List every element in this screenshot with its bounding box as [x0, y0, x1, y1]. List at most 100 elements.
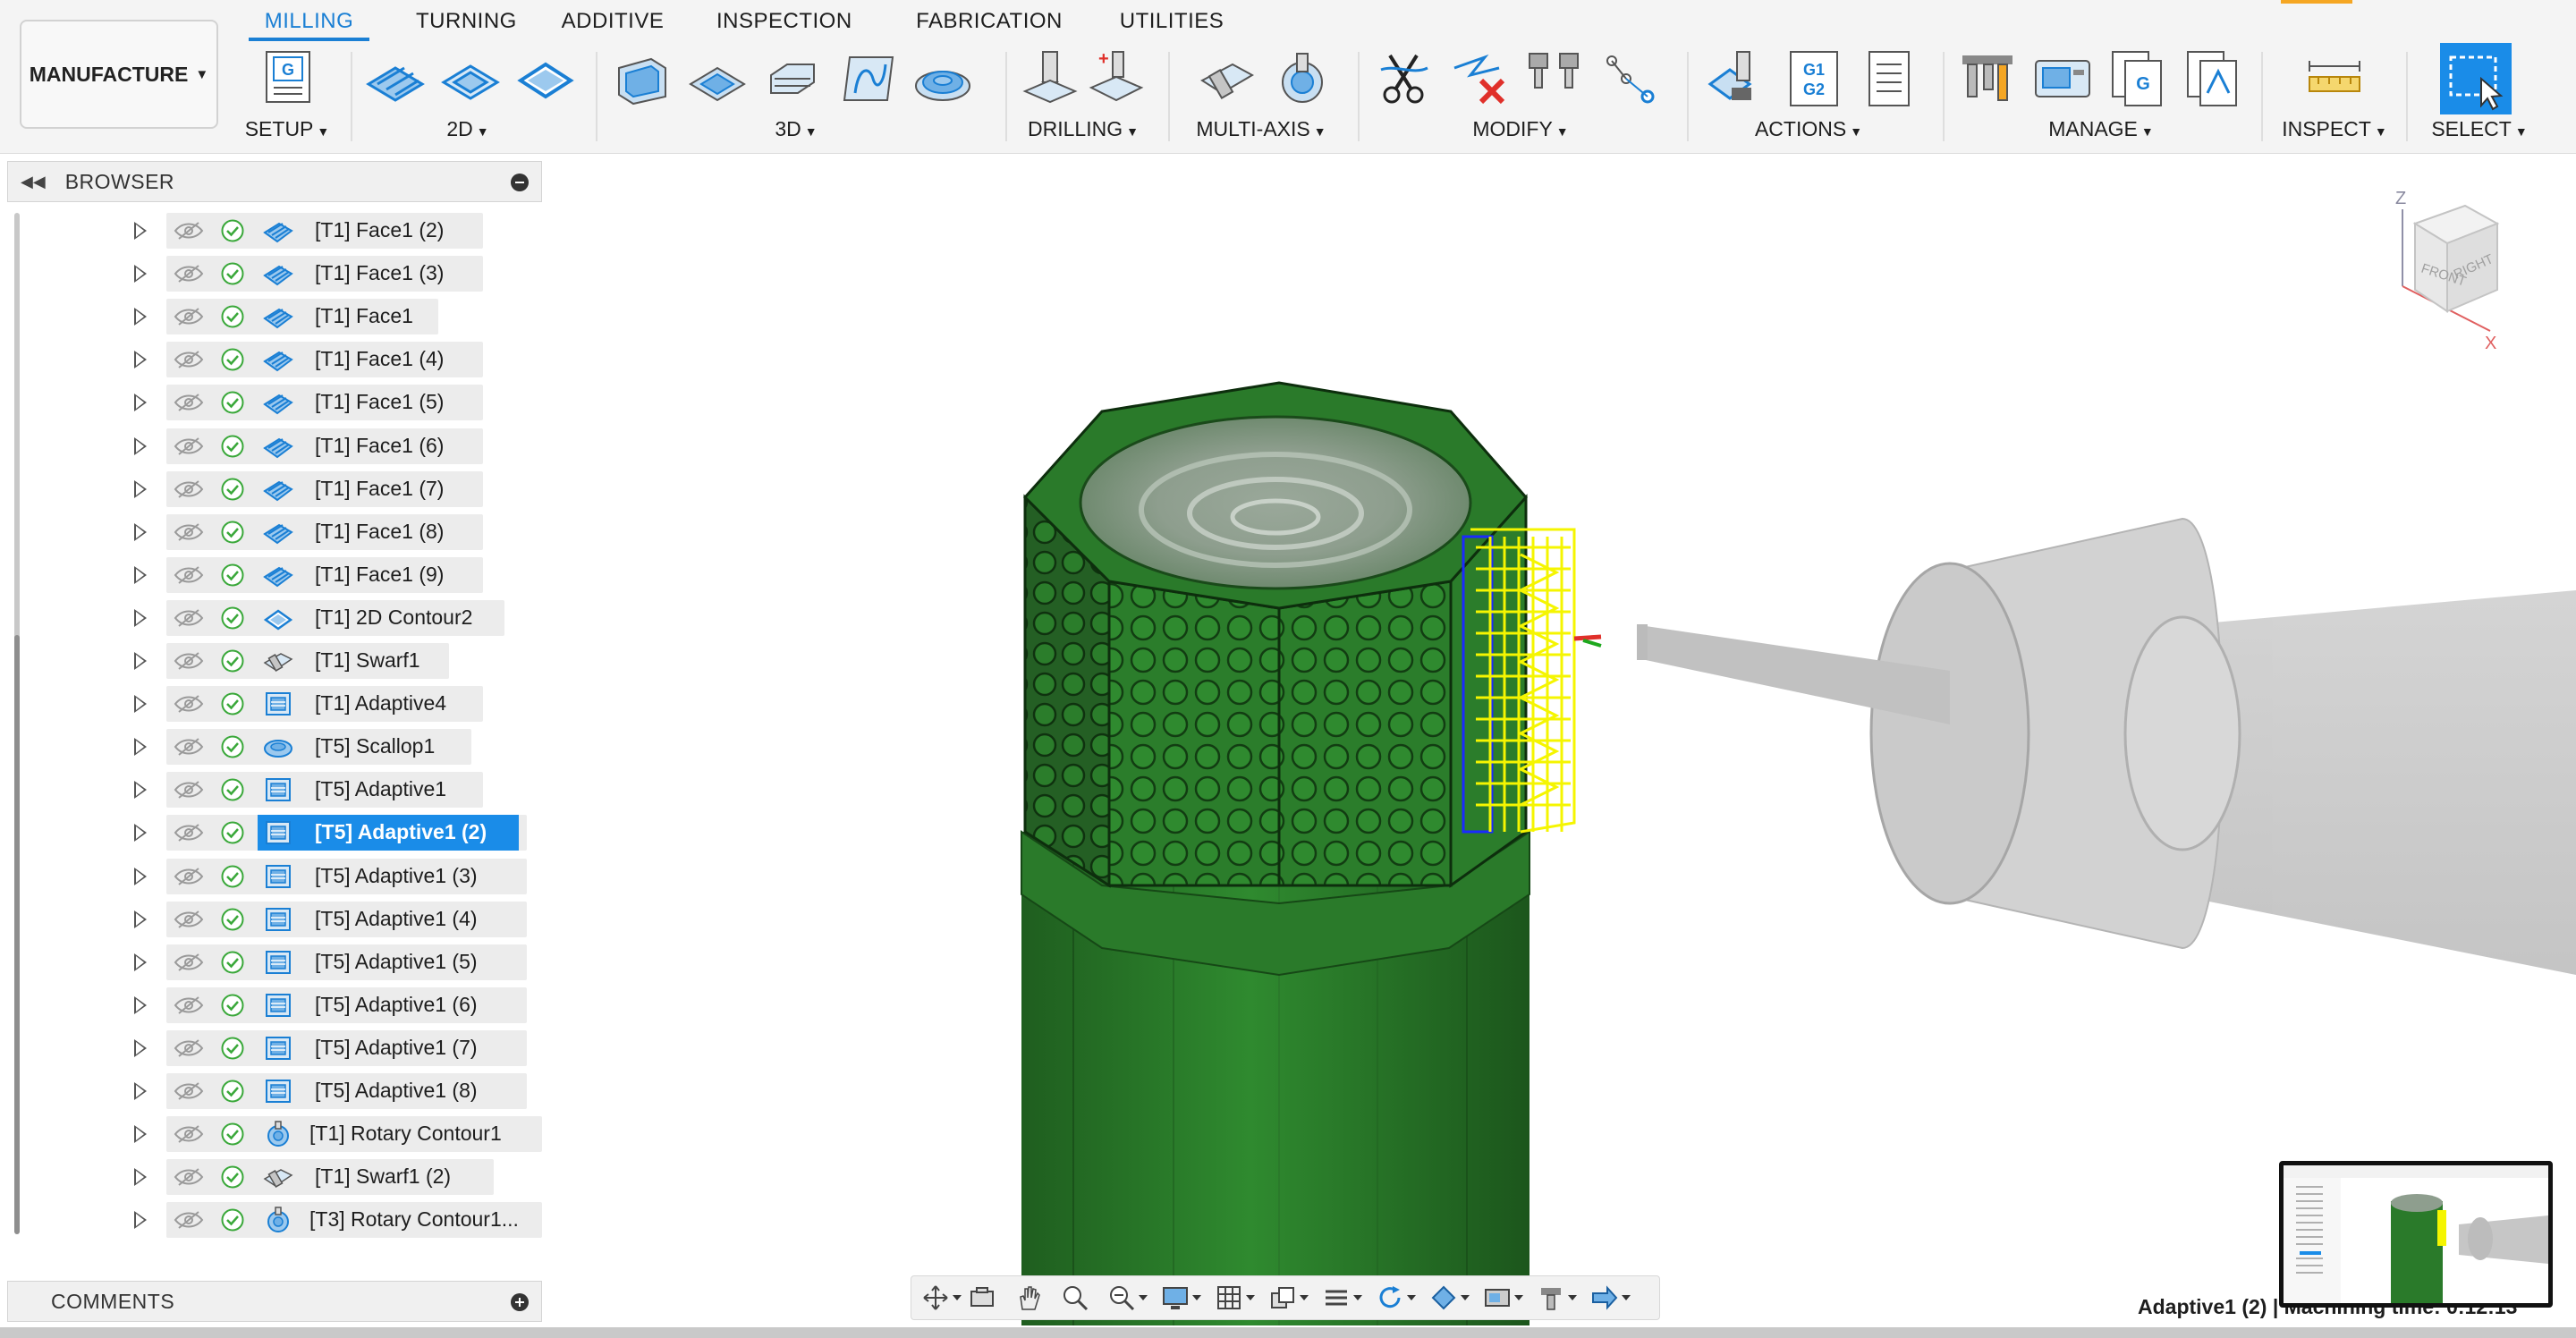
expand-arrow-icon[interactable]: [134, 995, 147, 1014]
browser-tree-item[interactable]: [T1] Face1 (9): [0, 555, 555, 595]
tab-milling[interactable]: MILLING: [249, 0, 369, 41]
scissors-icon[interactable]: [1374, 48, 1435, 109]
browser-tree-item[interactable]: [T1] Face1 (3): [0, 254, 555, 293]
3d-steep-shallow-icon[interactable]: [762, 48, 823, 109]
expand-arrow-icon[interactable]: [134, 394, 147, 412]
setup-group[interactable]: G SETUP ▼: [238, 41, 336, 148]
stock-display-icon[interactable]: [1430, 1284, 1470, 1311]
expand-arrow-icon[interactable]: [134, 351, 147, 369]
browser-tree-item[interactable]: [T5] Adaptive1 (7): [0, 1029, 555, 1068]
expand-arrow-icon[interactable]: [134, 824, 147, 843]
link-points-icon[interactable]: [1599, 48, 1660, 109]
3d-adaptive-icon[interactable]: [612, 48, 673, 109]
visibility-eye-icon[interactable]: [174, 1037, 204, 1059]
visibility-eye-icon[interactable]: [174, 263, 204, 284]
browser-tree-item[interactable]: [T1] Adaptive4: [0, 684, 555, 724]
machine-library-icon[interactable]: [2032, 48, 2093, 109]
visibility-eye-icon[interactable]: [174, 306, 204, 327]
workspace-switcher-button[interactable]: MANUFACTURE ▼: [20, 20, 218, 129]
manage-group-label[interactable]: MANAGE ▼: [1953, 117, 2249, 141]
expand-arrow-icon[interactable]: [134, 652, 147, 670]
browser-tree-item[interactable]: [T1] Face1 (7): [0, 470, 555, 509]
browser-tree-item[interactable]: [T1] Face1 (4): [0, 340, 555, 379]
visibility-eye-icon[interactable]: [174, 521, 204, 543]
modify-group-label[interactable]: MODIFY ▼: [1368, 117, 1673, 141]
browser-tree-item[interactable]: [T1] 2D Contour2: [0, 598, 555, 638]
window-thumbnail-preview[interactable]: [2279, 1161, 2553, 1308]
expand-arrow-icon[interactable]: [134, 308, 147, 326]
post-process-icon[interactable]: G1 G2: [1784, 48, 1844, 109]
setup-sheet-icon[interactable]: [1859, 48, 1919, 109]
visibility-eye-icon[interactable]: [174, 866, 204, 887]
expand-arrow-icon[interactable]: [134, 910, 147, 928]
drilling-group-label[interactable]: DRILLING ▼: [1016, 117, 1150, 141]
multi-axis-group-label[interactable]: MULTI-AXIS ▼: [1181, 117, 1342, 141]
minimize-panel-icon[interactable]: [511, 174, 529, 191]
expand-arrow-icon[interactable]: [134, 1125, 147, 1144]
visibility-eye-icon[interactable]: [174, 1209, 204, 1231]
2d-contour-icon[interactable]: [515, 48, 576, 109]
3d-pocket-icon[interactable]: [687, 48, 748, 109]
hole-recognition-icon[interactable]: +: [1086, 48, 1147, 109]
comments-panel-header[interactable]: COMMENTS: [7, 1281, 542, 1322]
browser-tree-item[interactable]: [T1] Rotary Contour1: [0, 1114, 555, 1154]
zoom-icon[interactable]: [1062, 1284, 1089, 1311]
delete-toolpath-icon[interactable]: [1449, 48, 1510, 109]
expand-arrow-icon[interactable]: [134, 436, 147, 455]
browser-tree-item[interactable]: [T5] Adaptive1 (5): [0, 943, 555, 982]
browser-tree-item[interactable]: [T1] Face1 (6): [0, 427, 555, 466]
setup-group-label[interactable]: SETUP ▼: [238, 117, 336, 141]
expand-arrow-icon[interactable]: [134, 265, 147, 284]
visibility-eye-icon[interactable]: [174, 952, 204, 973]
viewports-icon[interactable]: [1269, 1284, 1309, 1311]
tab-turning[interactable]: TURNING: [416, 0, 516, 41]
post-library-icon[interactable]: G: [2107, 48, 2168, 109]
add-comment-icon[interactable]: [511, 1293, 529, 1311]
expand-arrow-icon[interactable]: [134, 1211, 147, 1230]
3d-scallop-icon[interactable]: [912, 48, 973, 109]
browser-tree-item[interactable]: [T5] Adaptive1 (6): [0, 986, 555, 1025]
expand-arrow-icon[interactable]: [134, 1168, 147, 1187]
drill-icon[interactable]: [1020, 48, 1080, 109]
select-group-label[interactable]: SELECT ▼: [2417, 117, 2542, 141]
visibility-eye-icon[interactable]: [174, 1080, 204, 1102]
browser-tree-item[interactable]: [T5] Adaptive1: [0, 770, 555, 809]
tab-utilities[interactable]: UTILITIES: [1114, 0, 1230, 41]
visibility-eye-icon[interactable]: [174, 1166, 204, 1188]
machine-display-icon[interactable]: [1484, 1284, 1523, 1311]
expand-arrow-icon[interactable]: [134, 608, 147, 627]
actions-group-label[interactable]: ACTIONS ▼: [1692, 117, 1925, 141]
pan-hand-icon[interactable]: [1015, 1284, 1042, 1311]
view-cube[interactable]: Z X FRONT RIGHT: [2379, 179, 2513, 358]
visibility-eye-icon[interactable]: [174, 564, 204, 586]
zoom-window-icon[interactable]: [1108, 1284, 1148, 1311]
tool-swap-icon[interactable]: [1524, 48, 1585, 109]
browser-tree-item[interactable]: [T1] Swarf1 (2): [0, 1157, 555, 1197]
visibility-eye-icon[interactable]: [174, 909, 204, 930]
expand-arrow-icon[interactable]: [134, 781, 147, 800]
visibility-eye-icon[interactable]: [174, 1123, 204, 1145]
3d-group-label[interactable]: 3D ▼: [608, 117, 984, 141]
visibility-eye-icon[interactable]: [174, 736, 204, 758]
expand-arrow-icon[interactable]: [134, 738, 147, 757]
browser-tree-item[interactable]: [T1] Face1 (5): [0, 383, 555, 422]
browser-tree-item[interactable]: [T5] Adaptive1 (2): [0, 813, 555, 852]
browser-tree-item[interactable]: [T5] Adaptive1 (8): [0, 1071, 555, 1111]
browser-tree-item[interactable]: [T3] Rotary Contour1...: [0, 1200, 555, 1240]
inspect-group-label[interactable]: INSPECT ▼: [2272, 117, 2397, 141]
simulation-toggle-icon[interactable]: [1591, 1284, 1631, 1311]
visibility-eye-icon[interactable]: [174, 822, 204, 843]
expand-arrow-icon[interactable]: [134, 522, 147, 541]
visibility-eye-icon[interactable]: [174, 220, 204, 241]
collapse-panel-icon[interactable]: ◀◀: [21, 173, 46, 191]
expand-arrow-icon[interactable]: [134, 867, 147, 885]
display-settings-icon[interactable]: [1162, 1284, 1201, 1311]
refresh-icon[interactable]: [1377, 1284, 1416, 1311]
expand-arrow-icon[interactable]: [134, 953, 147, 971]
scene-canvas[interactable]: [555, 154, 2576, 1325]
browser-panel-header[interactable]: ◀◀ BROWSER: [7, 161, 542, 202]
visibility-eye-icon[interactable]: [174, 650, 204, 672]
visibility-eye-icon[interactable]: [174, 349, 204, 370]
rotary-icon[interactable]: [1272, 48, 1333, 109]
window-select-icon[interactable]: [2445, 50, 2506, 111]
